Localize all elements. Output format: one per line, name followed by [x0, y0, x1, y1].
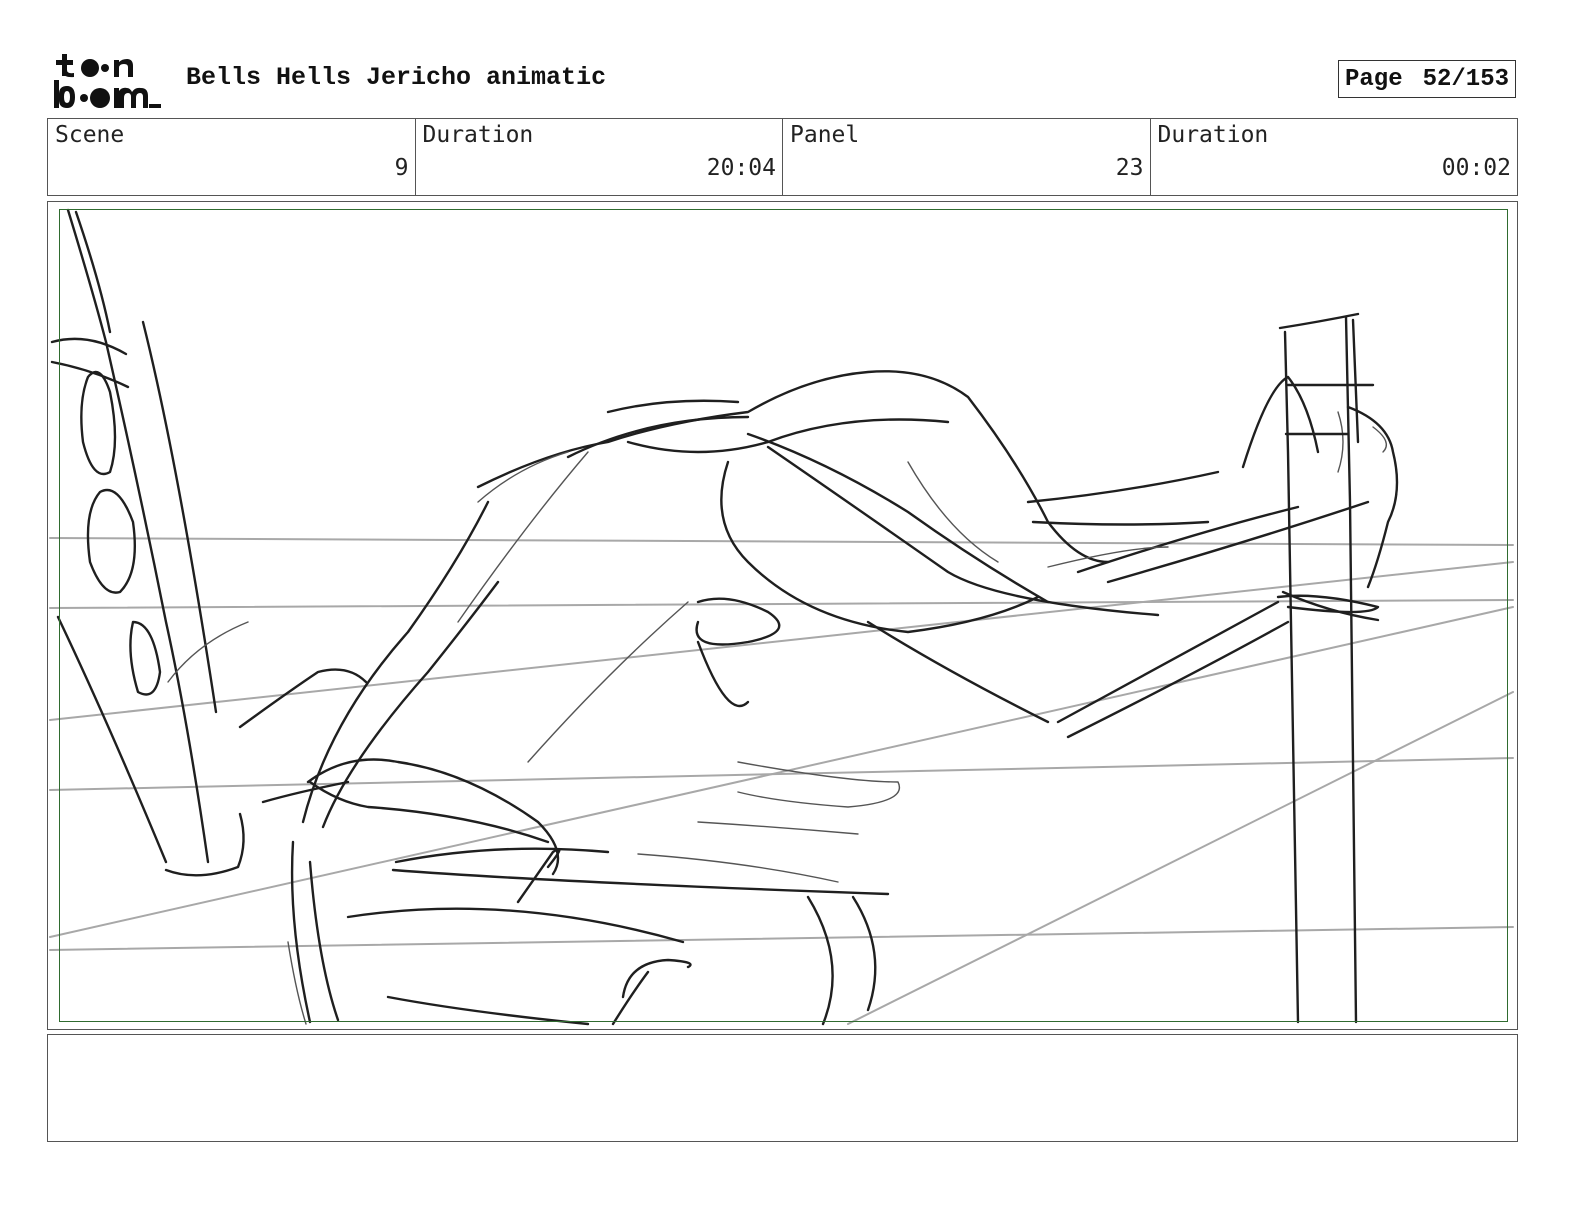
panel-duration-value: 00:02	[1441, 155, 1511, 181]
toon-boom-logo	[54, 54, 161, 108]
panel-duration-label: Duration	[1157, 122, 1269, 148]
panel-cell: Panel 23	[783, 119, 1151, 195]
panel-label: Panel	[790, 122, 860, 148]
page-indicator: Page 52/153	[1338, 60, 1516, 98]
safe-area-border	[59, 209, 1508, 1022]
scene-cell: Scene 9	[48, 119, 416, 195]
panel-info-row: Scene 9 Duration 20:04 Panel 23 Duration…	[47, 118, 1518, 196]
page-label: Page	[1345, 65, 1403, 93]
scene-duration-cell: Duration 20:04	[416, 119, 783, 195]
panel-value: 23	[1115, 155, 1144, 181]
project-title: Bells Hells Jericho animatic	[186, 63, 607, 92]
panel-notes-box[interactable]	[47, 1034, 1518, 1142]
scene-label: Scene	[55, 122, 125, 148]
scene-duration-label: Duration	[422, 122, 534, 148]
page-number: 52/153	[1422, 65, 1509, 93]
scene-duration-value: 20:04	[706, 155, 776, 181]
scene-value: 9	[394, 155, 409, 181]
panel-duration-cell: Duration 00:02	[1151, 119, 1518, 195]
